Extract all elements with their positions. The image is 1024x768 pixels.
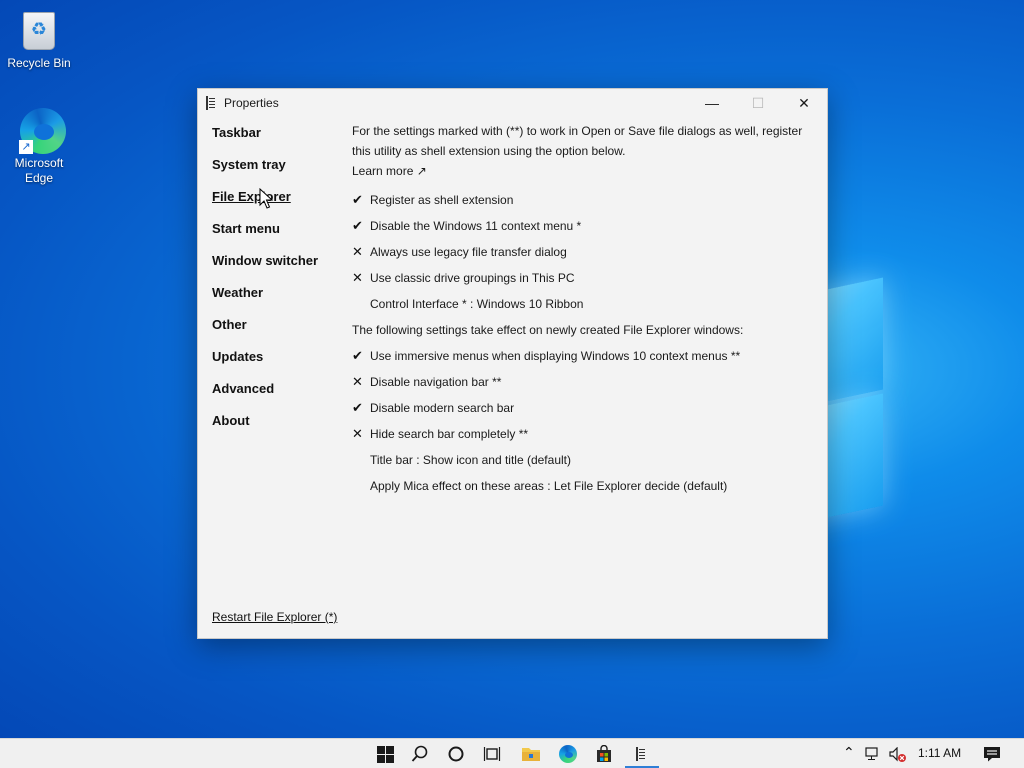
cortana-icon[interactable]: [445, 743, 467, 765]
checkmark-icon: ✔: [352, 192, 363, 207]
volume-muted-icon[interactable]: [889, 746, 907, 766]
new-windows-note: The following settings take effect on ne…: [352, 323, 744, 337]
option-hide-search-bar[interactable]: ✕ Hide search bar completely **: [352, 421, 812, 447]
option-mica-effect[interactable]: Apply Mica effect on these areas : Let F…: [352, 473, 812, 499]
shortcut-arrow-icon: ↗: [19, 140, 33, 154]
app-icon: [206, 96, 218, 110]
nav-item-updates[interactable]: Updates: [212, 349, 342, 381]
option-label: Always use legacy file transfer dialog: [370, 245, 567, 259]
recycle-bin-icon: [23, 12, 55, 50]
option-disable-win11-context-menu[interactable]: ✔ Disable the Windows 11 context menu *: [352, 213, 812, 239]
start-icon[interactable]: [374, 743, 396, 765]
cross-icon: ✕: [352, 374, 363, 389]
checkmark-icon: ✔: [352, 218, 363, 233]
intro-text: For the settings marked with (**) to wor…: [352, 124, 803, 158]
desktop-icon-recycle-bin[interactable]: Recycle Bin: [3, 8, 75, 71]
minimize-button[interactable]: —: [689, 89, 735, 117]
nav-item-other[interactable]: Other: [212, 317, 342, 349]
clock[interactable]: 1:11 AM: [918, 746, 961, 760]
option-disable-modern-search-bar[interactable]: ✔ Disable modern search bar: [352, 395, 812, 421]
nav-item-file-explorer[interactable]: File Explorer: [212, 189, 342, 221]
nav-item-about[interactable]: About: [212, 413, 342, 445]
option-legacy-file-transfer-dialog[interactable]: ✕ Always use legacy file transfer dialog: [352, 239, 812, 265]
option-register-shell-extension[interactable]: ✔ Register as shell extension: [352, 187, 812, 213]
close-button[interactable]: ✕: [781, 89, 827, 117]
restart-file-explorer-link[interactable]: Restart File Explorer (*): [212, 610, 337, 624]
properties-window: Properties — ☐ ✕ Taskbar System tray Fil…: [197, 88, 828, 639]
option-label: Use immersive menus when displaying Wind…: [370, 349, 741, 363]
nav-item-taskbar[interactable]: Taskbar: [212, 125, 342, 157]
store-icon[interactable]: [593, 743, 615, 765]
desktop-icon-edge[interactable]: ↗ Microsoft Edge: [3, 108, 75, 186]
task-view-icon[interactable]: [481, 743, 503, 765]
option-disable-navigation-bar[interactable]: ✕ Disable navigation bar **: [352, 369, 812, 395]
cross-icon: ✕: [352, 426, 363, 441]
taskbar: ⌃ 1:11 AM: [0, 738, 1024, 768]
file-explorer-icon[interactable]: [520, 743, 542, 765]
option-label: Disable modern search bar: [370, 401, 515, 415]
checkmark-icon: ✔: [352, 348, 363, 363]
edge-icon[interactable]: [557, 743, 579, 765]
sidebar-nav: Taskbar System tray File Explorer Start …: [212, 125, 342, 445]
option-control-interface[interactable]: Control Interface * : Windows 10 Ribbon: [352, 291, 812, 317]
nav-item-system-tray[interactable]: System tray: [212, 157, 342, 189]
cross-icon: ✕: [352, 244, 363, 259]
desktop-icon-label: Microsoft Edge: [14, 156, 64, 185]
option-label: Use classic drive groupings in This PC: [370, 271, 575, 285]
chevron-up-icon[interactable]: ⌃: [843, 744, 855, 761]
nav-item-advanced[interactable]: Advanced: [212, 381, 342, 413]
app-icon: [636, 747, 648, 761]
option-label: Disable the Windows 11 context menu *: [370, 219, 582, 233]
properties-app-icon[interactable]: [631, 743, 653, 765]
mouse-cursor-icon: [259, 188, 273, 209]
nav-item-window-switcher[interactable]: Window switcher: [212, 253, 342, 285]
option-label: Register as shell extension: [370, 193, 514, 207]
notifications-icon[interactable]: [983, 745, 1001, 766]
option-label: Disable navigation bar **: [370, 375, 502, 389]
maximize-button[interactable]: ☐: [735, 89, 781, 117]
desktop-icon-label: Recycle Bin: [7, 56, 71, 70]
option-immersive-menus[interactable]: ✔ Use immersive menus when displaying Wi…: [352, 343, 812, 369]
network-icon[interactable]: [865, 747, 883, 764]
search-icon[interactable]: [409, 743, 431, 765]
option-label: Hide search bar completely **: [370, 427, 529, 441]
settings-panel: For the settings marked with (**) to wor…: [352, 121, 812, 499]
learn-more-link[interactable]: Learn more ↗: [352, 161, 812, 187]
title-bar[interactable]: Properties — ☐ ✕: [198, 89, 827, 117]
nav-item-start-menu[interactable]: Start menu: [212, 221, 342, 253]
checkmark-icon: ✔: [352, 400, 363, 415]
option-title-bar[interactable]: Title bar : Show icon and title (default…: [352, 447, 812, 473]
window-title: Properties: [224, 96, 279, 110]
cross-icon: ✕: [352, 270, 363, 285]
option-classic-drive-groupings[interactable]: ✕ Use classic drive groupings in This PC: [352, 265, 812, 291]
nav-item-weather[interactable]: Weather: [212, 285, 342, 317]
